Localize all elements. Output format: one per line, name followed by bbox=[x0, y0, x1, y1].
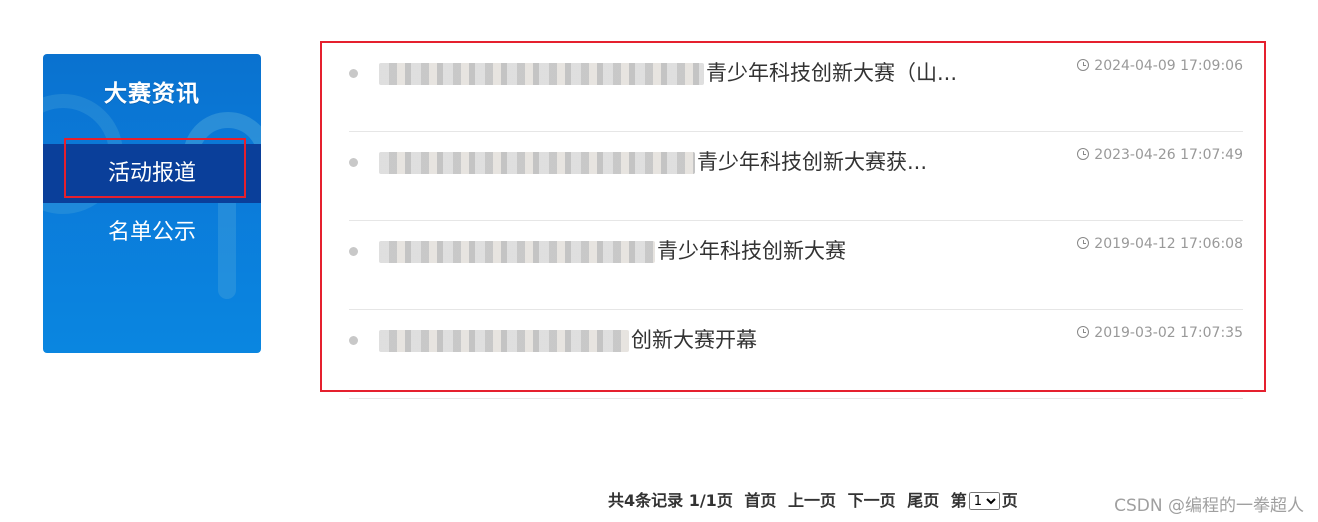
news-timestamp: 2019-04-12 17:06:08 bbox=[1077, 236, 1243, 252]
next-page-link[interactable]: 下一页 bbox=[848, 491, 896, 510]
bullet-icon bbox=[349, 69, 358, 78]
first-page-link[interactable]: 首页 bbox=[744, 491, 776, 510]
sidebar-item-list-announcement[interactable]: 名单公示 bbox=[43, 203, 261, 262]
page-suffix: 页 bbox=[1001, 491, 1018, 510]
news-timestamp: 2019-03-02 17:07:35 bbox=[1077, 325, 1243, 341]
redacted-text bbox=[379, 152, 695, 174]
timestamp-text: 2019-03-02 17:07:35 bbox=[1094, 325, 1243, 341]
clock-icon bbox=[1077, 148, 1090, 160]
list-item[interactable]: 创新大赛开幕 2019-03-02 17:07:35 bbox=[349, 310, 1243, 399]
redacted-text bbox=[379, 241, 655, 263]
news-title-text: 青少年科技创新大赛 bbox=[657, 239, 846, 263]
last-page-link[interactable]: 尾页 bbox=[907, 491, 939, 510]
news-title-text: 青少年科技创新大赛（山... bbox=[706, 61, 958, 85]
timestamp-text: 2024-04-09 17:09:06 bbox=[1094, 58, 1243, 74]
news-timestamp: 2023-04-26 17:07:49 bbox=[1077, 147, 1243, 163]
sidebar: 大赛资讯 活动报道 名单公示 bbox=[43, 54, 261, 353]
record-summary: 共4条记录 1/1页 bbox=[608, 491, 733, 510]
pagination: 共4条记录 1/1页 首页 上一页 下一页 尾页 第1页 bbox=[608, 487, 1024, 511]
news-title[interactable]: 青少年科技创新大赛 bbox=[379, 235, 846, 265]
news-title[interactable]: 青少年科技创新大赛获... bbox=[379, 146, 927, 176]
sidebar-title: 大赛资讯 bbox=[104, 81, 200, 107]
watermark: CSDN @编程的一拳超人 bbox=[1114, 496, 1304, 516]
list-item[interactable]: 青少年科技创新大赛（山... 2024-04-09 17:09:06 bbox=[349, 43, 1243, 132]
timestamp-text: 2023-04-26 17:07:49 bbox=[1094, 147, 1243, 163]
page-prefix: 第 bbox=[950, 491, 967, 510]
active-item-highlight-box bbox=[64, 138, 246, 198]
bullet-icon bbox=[349, 158, 358, 167]
page-select[interactable]: 1 bbox=[968, 492, 1000, 510]
redacted-text bbox=[379, 330, 629, 352]
news-title[interactable]: 创新大赛开幕 bbox=[379, 324, 757, 354]
bullet-icon bbox=[349, 336, 358, 345]
bullet-icon bbox=[349, 247, 358, 256]
news-list: 青少年科技创新大赛（山... 2024-04-09 17:09:06 青少年科技… bbox=[320, 41, 1266, 399]
list-item[interactable]: 青少年科技创新大赛获... 2023-04-26 17:07:49 bbox=[349, 132, 1243, 221]
news-title-text: 创新大赛开幕 bbox=[631, 328, 757, 352]
news-timestamp: 2024-04-09 17:09:06 bbox=[1077, 58, 1243, 74]
clock-icon bbox=[1077, 237, 1090, 249]
news-title[interactable]: 青少年科技创新大赛（山... bbox=[379, 57, 957, 87]
prev-page-link[interactable]: 上一页 bbox=[788, 491, 836, 510]
clock-icon bbox=[1077, 326, 1090, 338]
timestamp-text: 2019-04-12 17:06:08 bbox=[1094, 236, 1243, 252]
list-item[interactable]: 青少年科技创新大赛 2019-04-12 17:06:08 bbox=[349, 221, 1243, 310]
redacted-text bbox=[379, 63, 704, 85]
news-title-text: 青少年科技创新大赛获... bbox=[697, 150, 928, 174]
clock-icon bbox=[1077, 59, 1090, 71]
